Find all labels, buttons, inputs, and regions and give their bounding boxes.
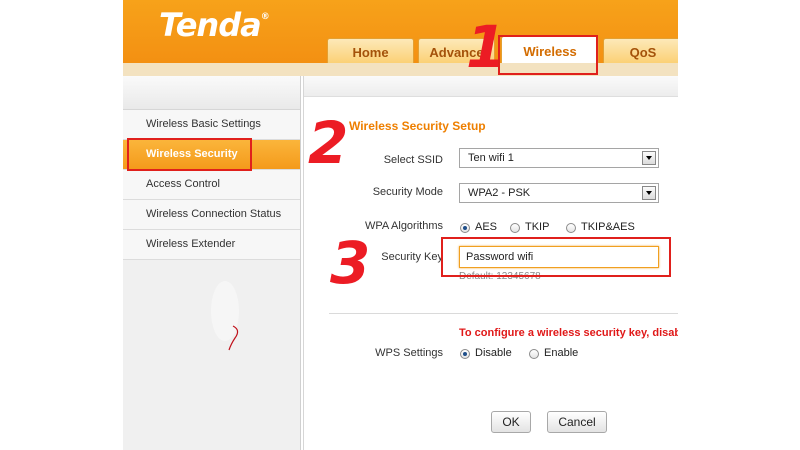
ssid-select[interactable]: Ten wifi 1 [459,148,659,168]
tenda-logo: Tenda® [159,6,270,44]
watermark-decoration [211,281,239,351]
wps-settings-label: WPS Settings [375,347,443,359]
cancel-button[interactable]: Cancel [547,411,607,433]
sidebar-header [123,76,300,110]
security-mode-label: Security Mode [372,186,443,198]
wps-enable-label: Enable [544,347,579,359]
tab-home[interactable]: Home [327,38,414,65]
sidebar: Wireless Basic Settings Wireless Securit… [123,76,301,450]
annotation-box-wireless-security [127,138,252,171]
ssid-select-value: Ten wifi 1 [468,152,514,164]
security-mode-value: WPA2 - PSK [468,187,531,199]
tkip-aes-radio-label: TKIP&AES [581,221,635,233]
sidebar-item-wireless-connection-status[interactable]: Wireless Connection Status [123,200,300,230]
wps-enable-radio[interactable] [529,349,539,359]
chevron-down-icon[interactable] [642,186,656,200]
sidebar-item-access-control[interactable]: Access Control [123,170,300,200]
tab-qos[interactable]: QoS [603,38,678,65]
annotation-step-3: 3 [330,229,371,297]
security-mode-select[interactable]: WPA2 - PSK [459,183,659,203]
tkip-radio-label: TKIP [525,221,550,233]
aes-radio-label: AES [475,221,498,233]
annotation-box-security-key [441,237,671,277]
sidebar-item-wireless-extender[interactable]: Wireless Extender [123,230,300,260]
annotation-box-wireless-tab [498,35,598,75]
section-title: Wireless Security Setup [349,119,486,133]
divider [329,313,678,314]
annotation-step-2: 2 [308,109,349,177]
wps-warning-text: To configure a wireless security key, di… [459,327,678,339]
sidebar-item-wireless-basic-settings[interactable]: Wireless Basic Settings [123,110,300,140]
wps-disable-radio[interactable] [460,349,470,359]
tkip-radio[interactable] [510,223,520,233]
aes-radio[interactable] [460,223,470,233]
ok-button[interactable]: OK [491,411,531,433]
chevron-down-icon[interactable] [642,151,656,165]
wps-disable-label: Disable [475,347,512,359]
tkip-aes-radio[interactable] [566,223,576,233]
